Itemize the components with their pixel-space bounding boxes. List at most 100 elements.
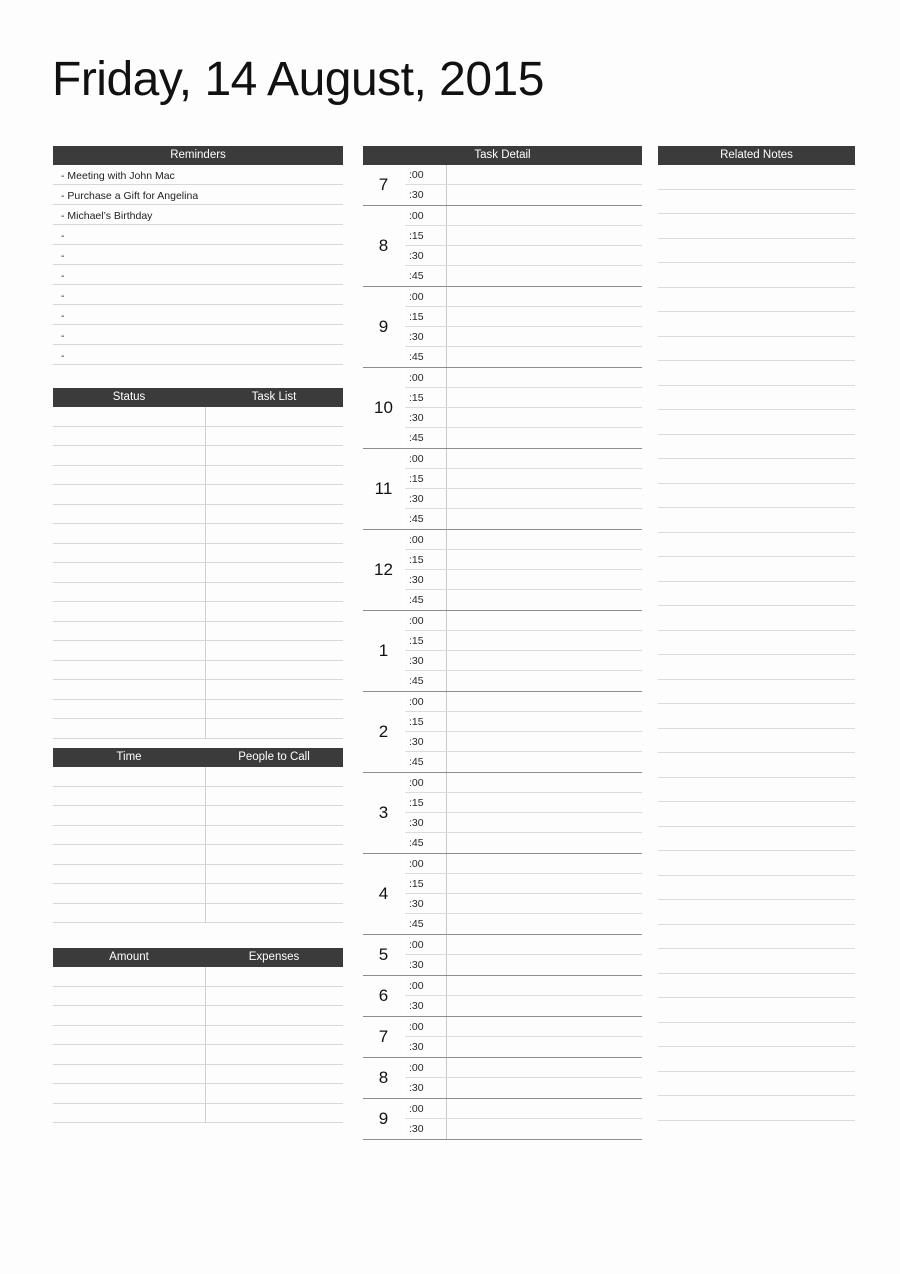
related-note-line[interactable] <box>658 998 855 1023</box>
task-detail-entry-field[interactable] <box>446 388 642 407</box>
task-detail-entry-field[interactable] <box>446 287 642 306</box>
task-detail-slot[interactable]: :00 <box>405 530 642 550</box>
task-detail-slot[interactable]: :00 <box>405 287 642 307</box>
task-detail-slot[interactable]: :30 <box>405 732 642 752</box>
task-detail-slot[interactable]: :30 <box>405 489 642 509</box>
task-list-row[interactable] <box>53 524 343 544</box>
task-detail-slot[interactable]: :30 <box>405 185 642 205</box>
task-detail-entry-field[interactable] <box>446 1058 642 1077</box>
task-detail-entry-field[interactable] <box>446 611 642 630</box>
related-note-line[interactable] <box>658 900 855 925</box>
task-detail-entry-field[interactable] <box>446 732 642 751</box>
reminder-row[interactable]: - Michael’s Birthday <box>53 205 343 225</box>
related-note-line[interactable] <box>658 337 855 361</box>
task-detail-slot[interactable]: :45 <box>405 347 642 367</box>
task-detail-slot[interactable]: :00 <box>405 692 642 712</box>
related-note-line[interactable] <box>658 1047 855 1072</box>
task-detail-slot[interactable]: :45 <box>405 914 642 934</box>
related-note-line[interactable] <box>658 1096 855 1121</box>
task-detail-slot[interactable]: :30 <box>405 955 642 975</box>
task-detail-entry-field[interactable] <box>446 428 642 448</box>
related-note-line[interactable] <box>658 876 855 900</box>
task-detail-slot[interactable]: :30 <box>405 894 642 914</box>
task-detail-entry-field[interactable] <box>446 712 642 731</box>
people-to-call-row[interactable] <box>53 806 343 826</box>
task-list-row[interactable] <box>53 719 343 739</box>
task-detail-entry-field[interactable] <box>446 773 642 792</box>
related-note-line[interactable] <box>658 312 855 337</box>
task-detail-entry-field[interactable] <box>446 449 642 468</box>
reminder-row[interactable]: - <box>53 265 343 285</box>
task-detail-slot[interactable]: :00 <box>405 449 642 469</box>
task-detail-slot[interactable]: :45 <box>405 752 642 772</box>
task-detail-entry-field[interactable] <box>446 469 642 488</box>
expenses-row[interactable] <box>53 1006 343 1026</box>
related-note-line[interactable] <box>658 459 855 484</box>
related-note-line[interactable] <box>658 1072 855 1096</box>
task-detail-slot[interactable]: :30 <box>405 1078 642 1098</box>
task-detail-entry-field[interactable] <box>446 1017 642 1036</box>
task-detail-slot[interactable]: :30 <box>405 1037 642 1057</box>
task-detail-slot[interactable]: :30 <box>405 813 642 833</box>
task-detail-slot[interactable]: :30 <box>405 408 642 428</box>
task-detail-slot[interactable]: :00 <box>405 611 642 631</box>
expenses-row[interactable] <box>53 1045 343 1065</box>
task-detail-entry-field[interactable] <box>446 347 642 367</box>
task-detail-slot[interactable]: :15 <box>405 388 642 408</box>
related-note-line[interactable] <box>658 263 855 288</box>
related-note-line[interactable] <box>658 655 855 680</box>
related-note-line[interactable] <box>658 680 855 704</box>
task-detail-entry-field[interactable] <box>446 1119 642 1139</box>
task-detail-entry-field[interactable] <box>446 165 642 184</box>
expenses-row[interactable] <box>53 1084 343 1104</box>
task-detail-slot[interactable]: :00 <box>405 1017 642 1037</box>
reminder-row[interactable]: - <box>53 345 343 365</box>
task-detail-slot[interactable]: :15 <box>405 712 642 732</box>
task-list-row[interactable] <box>53 661 343 680</box>
task-detail-entry-field[interactable] <box>446 1078 642 1098</box>
related-note-line[interactable] <box>658 288 855 312</box>
task-detail-entry-field[interactable] <box>446 327 642 346</box>
reminder-row[interactable]: - <box>53 225 343 245</box>
task-detail-entry-field[interactable] <box>446 631 642 650</box>
related-note-line[interactable] <box>658 974 855 998</box>
task-detail-slot[interactable]: :15 <box>405 874 642 894</box>
people-to-call-row[interactable] <box>53 767 343 787</box>
task-list-row[interactable] <box>53 427 343 446</box>
task-list-row[interactable] <box>53 700 343 719</box>
task-list-row[interactable] <box>53 583 343 602</box>
expenses-row[interactable] <box>53 1065 343 1084</box>
related-note-line[interactable] <box>658 533 855 557</box>
task-detail-entry-field[interactable] <box>446 530 642 549</box>
task-list-row[interactable] <box>53 641 343 661</box>
task-list-row[interactable] <box>53 563 343 583</box>
task-list-row[interactable] <box>53 505 343 524</box>
task-detail-slot[interactable]: :30 <box>405 570 642 590</box>
reminder-row[interactable]: - Meeting with John Mac <box>53 165 343 185</box>
task-detail-slot[interactable]: :45 <box>405 428 642 448</box>
related-note-line[interactable] <box>658 582 855 606</box>
task-detail-slot[interactable]: :00 <box>405 368 642 388</box>
task-list-row[interactable] <box>53 485 343 505</box>
task-detail-entry-field[interactable] <box>446 226 642 245</box>
task-detail-entry-field[interactable] <box>446 854 642 873</box>
task-detail-slot[interactable]: :45 <box>405 509 642 529</box>
task-detail-entry-field[interactable] <box>446 874 642 893</box>
task-detail-slot[interactable]: :30 <box>405 1119 642 1139</box>
related-note-line[interactable] <box>658 190 855 214</box>
related-note-line[interactable] <box>658 949 855 974</box>
task-list-row[interactable] <box>53 466 343 485</box>
people-to-call-row[interactable] <box>53 826 343 845</box>
task-detail-slot[interactable]: :45 <box>405 266 642 286</box>
task-detail-slot[interactable]: :00 <box>405 1099 642 1119</box>
related-note-line[interactable] <box>658 165 855 190</box>
task-detail-slot[interactable]: :00 <box>405 935 642 955</box>
related-note-line[interactable] <box>658 557 855 582</box>
related-note-line[interactable] <box>658 704 855 729</box>
related-note-line[interactable] <box>658 239 855 263</box>
task-detail-slot[interactable]: :45 <box>405 671 642 691</box>
task-detail-entry-field[interactable] <box>446 752 642 772</box>
task-detail-entry-field[interactable] <box>446 1099 642 1118</box>
task-detail-entry-field[interactable] <box>446 935 642 954</box>
task-detail-slot[interactable]: :00 <box>405 1058 642 1078</box>
